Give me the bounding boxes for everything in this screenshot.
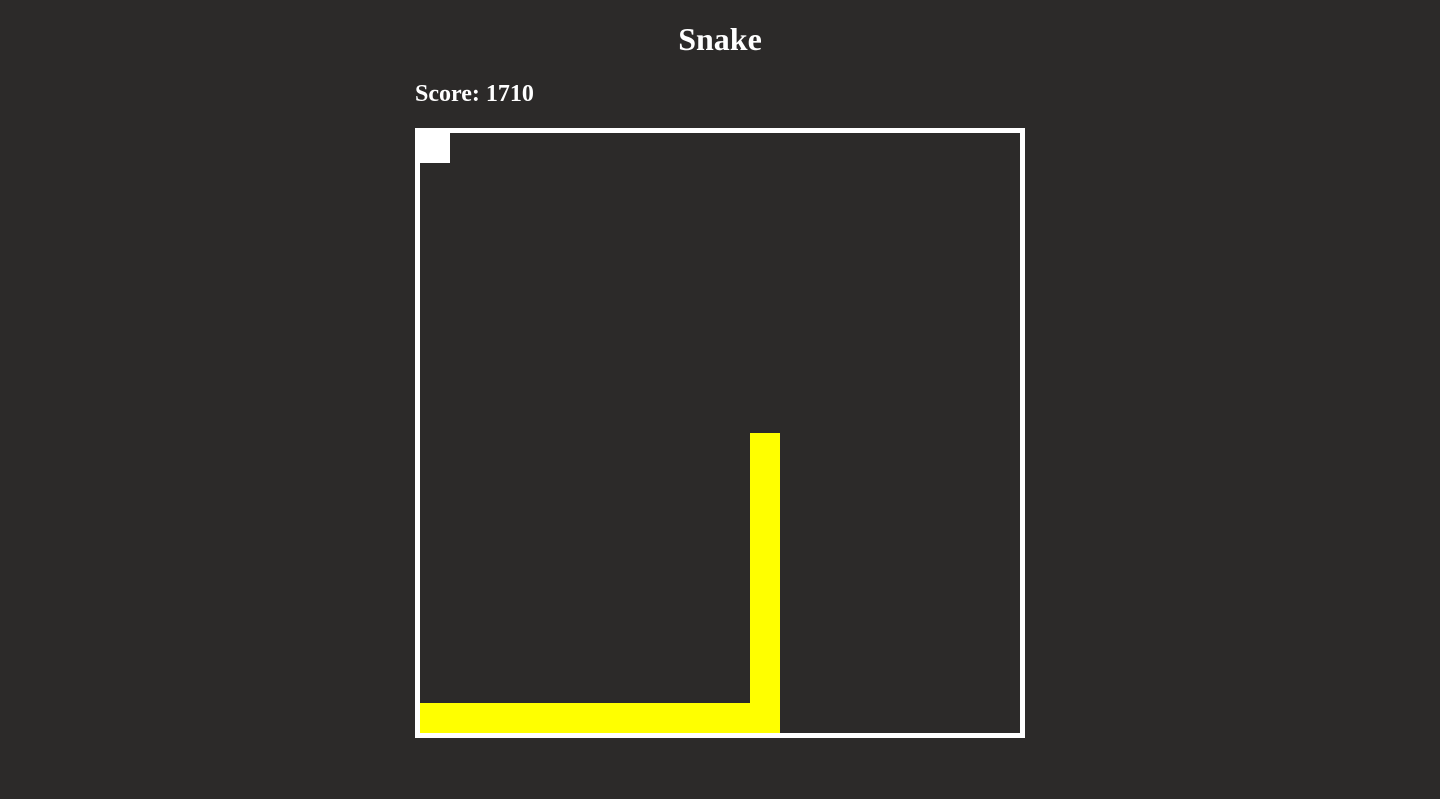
- snake-segment: [480, 703, 510, 733]
- snake-segment: [750, 493, 780, 523]
- snake-segment: [750, 613, 780, 643]
- snake-segment: [570, 703, 600, 733]
- food-pellet: [420, 133, 450, 163]
- game-grid: [420, 133, 1020, 733]
- snake-segment: [510, 703, 540, 733]
- snake-segment: [750, 583, 780, 613]
- score-value: 1710: [485, 81, 534, 107]
- score-label: Score:: [415, 81, 480, 107]
- snake-segment: [630, 703, 660, 733]
- snake-segment: [750, 463, 780, 493]
- snake-segment: [420, 703, 450, 733]
- snake-segment: [660, 703, 690, 733]
- snake-segment: [690, 703, 720, 733]
- snake-segment: [750, 553, 780, 583]
- game-board[interactable]: [415, 128, 1025, 738]
- snake-segment: [750, 643, 780, 673]
- snake-segment: [750, 523, 780, 553]
- snake-segment: [720, 703, 750, 733]
- snake-segment: [750, 673, 780, 703]
- page-title: Snake: [678, 21, 762, 57]
- snake-head: [750, 433, 780, 463]
- snake-segment: [540, 703, 570, 733]
- snake-segment: [750, 703, 780, 733]
- snake-segment: [600, 703, 630, 733]
- score-display: Score: 1710: [415, 78, 534, 110]
- snake-segment: [450, 703, 480, 733]
